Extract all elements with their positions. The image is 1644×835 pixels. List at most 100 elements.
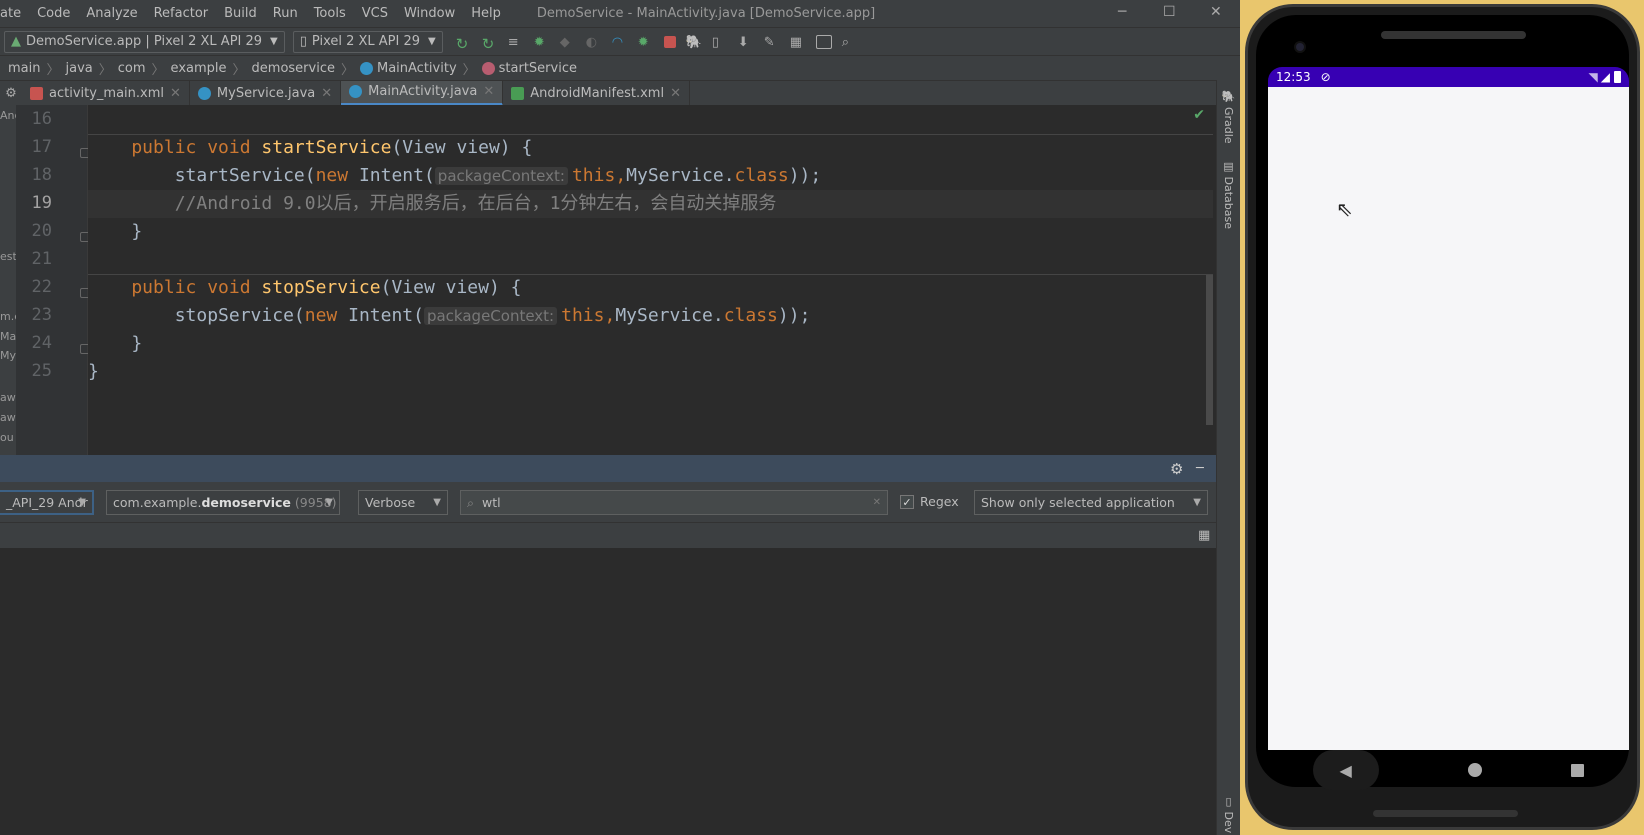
menu-window[interactable]: Window [404,6,455,21]
breadcrumb-main[interactable]: main [8,61,40,76]
profile-icon[interactable]: ◐ [586,35,602,50]
breadcrumb: main 〉 java 〉 com 〉 example 〉 demoservice 〉 M… [0,55,1240,80]
method-icon [481,61,495,75]
breadcrumb-mainactivity[interactable]: MainActivity [377,61,457,76]
code-token: MyService. [615,305,724,326]
chevron-down-icon: ▼ [1193,497,1201,508]
line-number: 19 [31,193,52,213]
class-icon [197,86,211,100]
code-token: stopService [261,277,381,298]
code-token: (View view) { [391,137,533,158]
menu-vcs[interactable]: VCS [362,6,388,21]
breadcrumb-example[interactable]: example [171,61,227,76]
recents-button[interactable] [1571,763,1585,777]
menu-bar: ate Code Analyze Refactor Build Run Tool… [0,0,1240,27]
maximize-icon[interactable]: ☐ [1163,4,1176,20]
menu-help[interactable]: Help [471,6,501,21]
gradle-tool-button[interactable]: 🐘 Gradle [1222,90,1235,144]
layout-icon[interactable]: ▦ [1198,528,1210,543]
minimize-icon[interactable]: ─ [1118,4,1126,20]
app-screen[interactable]: ⇖ [1268,87,1629,750]
filter-select[interactable]: Show only selected application ▼ [974,490,1208,515]
chevron-right-icon: 〉 [151,62,165,78]
menu-analyze[interactable]: Analyze [86,6,137,21]
close-tab-icon[interactable]: ✕ [321,86,332,101]
tab-mainactivity-java[interactable]: MainActivity.java ✕ [341,80,504,106]
breadcrumb-java[interactable]: java [66,61,93,76]
breadcrumb-demoservice[interactable]: demoservice [252,61,335,76]
device-select[interactable]: ▯ Pixel 2 XL API 29 ▼ [292,30,443,53]
clear-search-icon[interactable]: ✕ [873,497,881,508]
debug-icon[interactable]: ✹ [534,35,550,50]
menu-run[interactable]: Run [273,6,298,21]
code-token: class [734,165,789,186]
close-tab-icon[interactable]: ✕ [670,86,681,101]
layout-inspector-icon[interactable] [815,34,832,49]
sdk-manager-icon[interactable]: ⬇ [738,35,754,50]
code-line-23: stopService(new Intent(packageContext: th… [88,302,1213,330]
settings-wrench-icon[interactable]: ✎ [764,35,780,50]
code-line-22: public void stopService(View view) { [88,274,1213,302]
project-item: And [0,109,16,122]
settings-icon[interactable]: ⚙ [0,86,22,101]
regex-label: Regex [920,494,959,509]
log-level-select[interactable]: Verbose ▼ [358,490,448,515]
navigation-bar: ◀ [1268,750,1629,790]
class-icon [349,85,363,98]
back-button[interactable]: ◀ [1312,750,1379,790]
menu-code[interactable]: Code [37,6,70,21]
editor-scrollbar[interactable] [1206,275,1213,425]
code-token: , [615,165,627,186]
project-panel-edge: And est m.e Ma My awa awa ou [0,105,16,455]
tab-myservice-java[interactable]: MyService.java ✕ [190,80,342,106]
menu-navigate[interactable]: ate [0,6,21,21]
code-token: (View view) { [380,277,522,298]
attach-debugger-icon[interactable]: ✹ [638,35,654,50]
device-select[interactable]: _API_29 Andr ▼ [0,490,94,515]
avd-manager-icon[interactable]: ▯ [712,35,728,50]
line-number: 16 [31,109,52,129]
settings-icon[interactable]: ⚙ [1170,460,1183,478]
apply-changes-icon[interactable]: ↻ [482,35,498,53]
code-token: startService [261,137,392,158]
no-problems-check-icon[interactable]: ✔ [1193,107,1205,123]
close-icon[interactable]: ✕ [1210,4,1222,20]
project-structure-icon[interactable]: ▦ [790,35,806,50]
close-tab-icon[interactable]: ✕ [170,86,181,101]
code-token: )); [777,305,811,326]
breadcrumb-com[interactable]: com [118,61,146,76]
tab-activity-main-xml[interactable]: activity_main.xml ✕ [22,80,190,106]
project-item: ou [0,431,14,444]
code-token: stopService( [88,305,305,326]
tab-androidmanifest-xml[interactable]: AndroidManifest.xml ✕ [503,80,690,106]
log-search-input[interactable]: ⌕ wtl ✕ [460,490,888,515]
regex-checkbox[interactable]: ✓ [900,495,914,509]
database-tool-button[interactable]: ▤ Database [1222,160,1235,229]
line-number: 20 [31,221,52,241]
coverage-icon[interactable]: ◆ [560,35,576,50]
stop-icon[interactable] [663,35,676,48]
code-editor[interactable]: public void startService(View view) { st… [88,105,1213,455]
gradle-sync-icon[interactable]: 🐘 [686,35,702,50]
run-config-select[interactable]: ▲ DemoService.app | Pixel 2 XL API 29 ▼ [4,30,285,53]
code-line-24: } [88,333,143,354]
breadcrumb-startservice[interactable]: startService [499,61,577,76]
android-emulator: 12:53 ⊘ ◥ ◢ ⇖ ◀ [1245,4,1640,830]
android-icon: ▲ [11,34,21,49]
home-button[interactable] [1467,763,1482,777]
close-tab-icon[interactable]: ✕ [483,84,494,99]
wifi-icon: ◥ [1588,70,1598,84]
chevron-down-icon: ▼ [78,497,86,508]
profiler-icon[interactable]: ◠ [612,35,628,50]
search-icon: ⌕ [467,494,475,510]
logcat-output[interactable] [0,548,1216,835]
menu-build[interactable]: Build [224,6,257,21]
minimize-panel-icon[interactable]: ─ [1196,461,1204,476]
menu-tools[interactable]: Tools [314,6,346,21]
device-file-explorer-button[interactable]: ▯ Dev [1222,795,1235,833]
search-icon[interactable]: ⌕ [842,35,858,50]
process-select[interactable]: com.example. demoservice (9958) ▼ [106,490,340,515]
rerun-icon[interactable]: ↻ [456,35,472,53]
menu-refactor[interactable]: Refactor [154,6,209,21]
apply-code-changes-icon[interactable]: ≡ [508,35,524,50]
